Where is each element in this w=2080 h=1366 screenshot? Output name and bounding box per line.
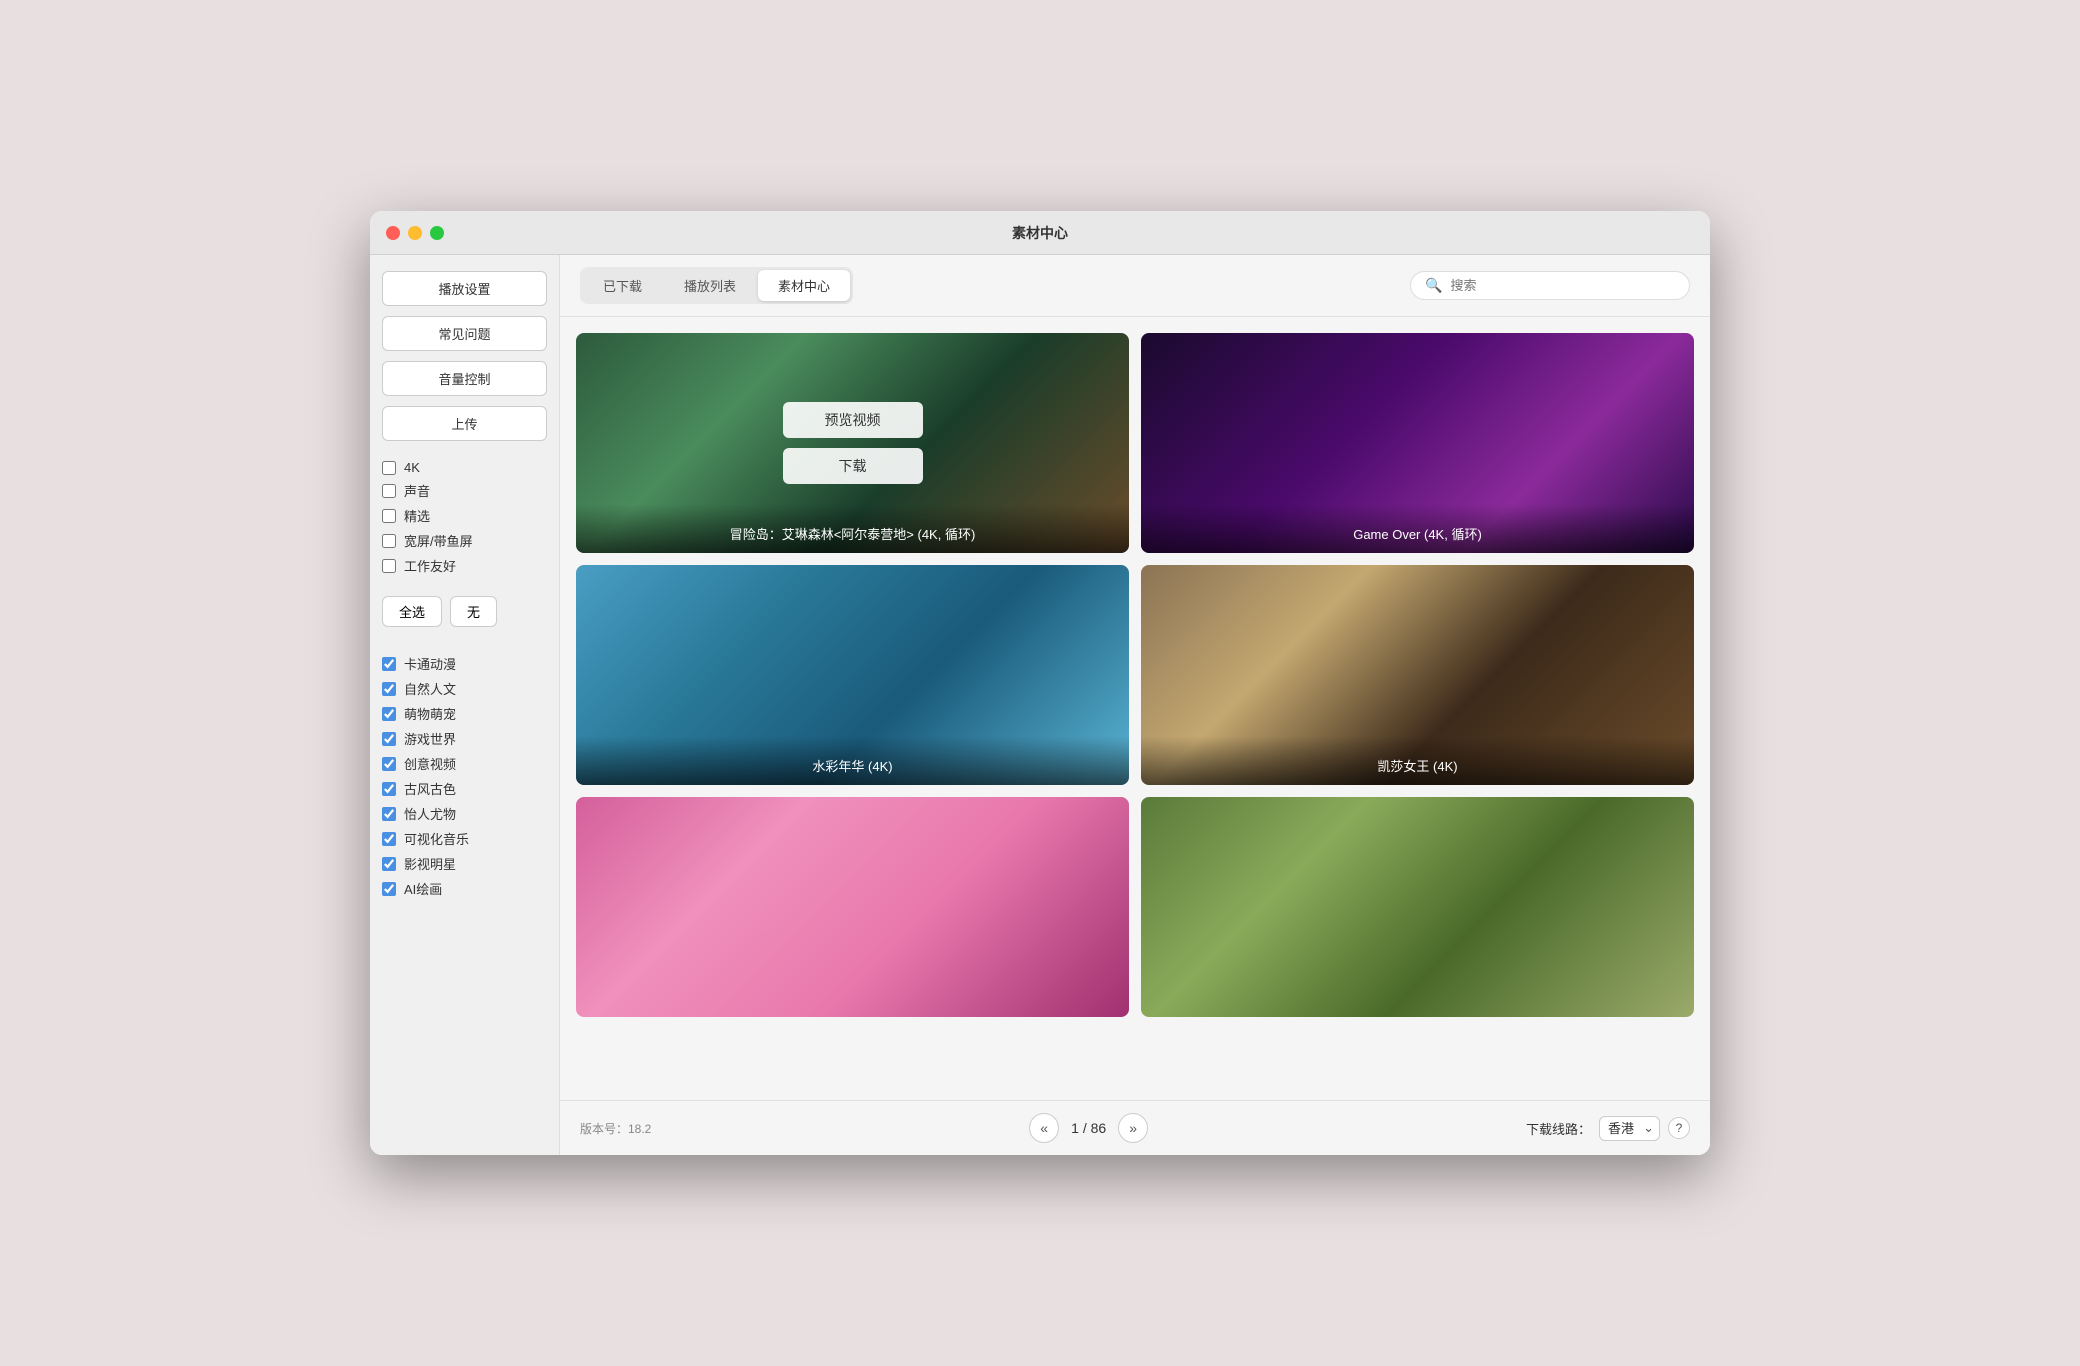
maximize-button[interactable] [430, 226, 444, 240]
item-watercolor-label: 水彩年华 (4K) [576, 736, 1129, 785]
select-all-button[interactable]: 全选 [382, 596, 442, 627]
tab-downloaded[interactable]: 已下载 [583, 270, 662, 301]
category-nature-label: 自然人文 [404, 679, 456, 698]
category-section: 卡通动漫 自然人文 萌物萌宠 游戏世界 创意视频 [382, 651, 547, 901]
category-creative-video: 创意视频 [382, 751, 547, 776]
sidebar: 播放设置 常见问题 音量控制 上传 4K 声音 精选 [370, 255, 560, 1155]
header: 已下载 播放列表 素材中心 🔍 [560, 255, 1710, 317]
filter-4k-label: 4K [404, 460, 420, 475]
category-nature: 自然人文 [382, 676, 547, 701]
category-ancient-style-checkbox[interactable] [382, 782, 396, 796]
grid-area: 预览视频 下载 冒险岛：艾琳森林<阿尔泰营地> (4K, 循环) Game Ov… [560, 317, 1710, 1100]
tabs-bar: 已下载 播放列表 素材中心 [580, 267, 853, 304]
prev-page-button[interactable]: « [1029, 1113, 1059, 1143]
category-cute-pets-checkbox[interactable] [382, 707, 396, 721]
filter-widescreen: 宽屏/带鱼屏 [382, 528, 547, 553]
category-cartoon-label: 卡通动漫 [404, 654, 456, 673]
category-ai-art-label: AI绘画 [404, 879, 442, 898]
content-area: 播放设置 常见问题 音量控制 上传 4K 声音 精选 [370, 255, 1710, 1155]
main-content: 已下载 播放列表 素材中心 🔍 预览视频 下载 [560, 255, 1710, 1155]
download-button-1[interactable]: 下载 [783, 448, 923, 484]
titlebar: 素材中心 [370, 211, 1710, 255]
filter-sound-label: 声音 [404, 481, 430, 500]
tab-playlist[interactable]: 播放列表 [664, 270, 756, 301]
category-film-stars: 影视明星 [382, 851, 547, 876]
faq-button[interactable]: 常见问题 [382, 316, 547, 351]
grid-item-watercolor[interactable]: 水彩年华 (4K) [576, 565, 1129, 785]
category-visual-music-checkbox[interactable] [382, 832, 396, 846]
category-ancient-style: 古风古色 [382, 776, 547, 801]
window-title: 素材中心 [1012, 223, 1068, 243]
minimize-button[interactable] [408, 226, 422, 240]
pagination: « 1 / 86 » [1029, 1113, 1148, 1143]
filter-sound-checkbox[interactable] [382, 484, 396, 498]
footer: 版本号：18.2 « 1 / 86 » 下载线路： 香港 北京 上海 广州 [560, 1100, 1710, 1155]
search-box: 🔍 [1410, 271, 1690, 300]
category-charming-label: 怡人尤物 [404, 804, 456, 823]
tab-media-center[interactable]: 素材中心 [758, 270, 850, 301]
filter-section: 4K 声音 精选 宽屏/带鱼屏 工作友好 [382, 457, 547, 578]
filter-featured-label: 精选 [404, 506, 430, 525]
filter-buttons-row: 全选 无 [382, 596, 547, 627]
version-label: 版本号：18.2 [580, 1120, 651, 1137]
download-line: 下载线路： 香港 北京 上海 广州 ? [1526, 1116, 1690, 1141]
category-nature-checkbox[interactable] [382, 682, 396, 696]
filter-featured: 精选 [382, 503, 547, 528]
category-cute-pets-label: 萌物萌宠 [404, 704, 456, 723]
preview-video-button[interactable]: 预览视频 [783, 402, 923, 438]
category-creative-video-label: 创意视频 [404, 754, 456, 773]
page-info: 1 / 86 [1071, 1120, 1106, 1136]
none-button[interactable]: 无 [450, 596, 497, 627]
category-charming: 怡人尤物 [382, 801, 547, 826]
download-line-label: 下载线路： [1526, 1119, 1591, 1138]
category-charming-checkbox[interactable] [382, 807, 396, 821]
search-icon: 🔍 [1425, 277, 1442, 294]
filter-4k-checkbox[interactable] [382, 461, 396, 475]
volume-control-button[interactable]: 音量控制 [382, 361, 547, 396]
category-cartoon-checkbox[interactable] [382, 657, 396, 671]
item-squirrel-thumbnail [1141, 797, 1694, 1017]
item-queen-label: 凯莎女王 (4K) [1141, 736, 1694, 785]
category-visual-music-label: 可视化音乐 [404, 829, 469, 848]
playback-settings-button[interactable]: 播放设置 [382, 271, 547, 306]
help-button[interactable]: ? [1668, 1117, 1690, 1139]
filter-widescreen-checkbox[interactable] [382, 534, 396, 548]
grid-item-gameover[interactable]: Game Over (4K, 循环) [1141, 333, 1694, 553]
category-ai-art-checkbox[interactable] [382, 882, 396, 896]
filter-widescreen-label: 宽屏/带鱼屏 [404, 531, 473, 550]
download-region-select[interactable]: 香港 北京 上海 广州 [1599, 1116, 1660, 1141]
category-game-world: 游戏世界 [382, 726, 547, 751]
category-creative-video-checkbox[interactable] [382, 757, 396, 771]
filter-sound: 声音 [382, 478, 547, 503]
filter-work-friendly-label: 工作友好 [404, 556, 456, 575]
traffic-lights [386, 226, 444, 240]
category-visual-music: 可视化音乐 [382, 826, 547, 851]
download-select-wrapper: 香港 北京 上海 广州 [1599, 1116, 1660, 1141]
filter-featured-checkbox[interactable] [382, 509, 396, 523]
filter-work-friendly: 工作友好 [382, 553, 547, 578]
next-page-button[interactable]: » [1118, 1113, 1148, 1143]
category-ai-art: AI绘画 [382, 876, 547, 901]
category-ancient-style-label: 古风古色 [404, 779, 456, 798]
grid-item-queen[interactable]: 凯莎女王 (4K) [1141, 565, 1694, 785]
item-adventure-label: 冒险岛：艾琳森林<阿尔泰营地> (4K, 循环) [576, 504, 1129, 553]
filter-4k: 4K [382, 457, 547, 478]
grid-item-squirrel[interactable] [1141, 797, 1694, 1017]
search-input[interactable] [1450, 278, 1675, 293]
grid-item-anime[interactable] [576, 797, 1129, 1017]
item-gameover-label: Game Over (4K, 循环) [1141, 504, 1694, 553]
close-button[interactable] [386, 226, 400, 240]
grid-item-adventure[interactable]: 预览视频 下载 冒险岛：艾琳森林<阿尔泰营地> (4K, 循环) [576, 333, 1129, 553]
category-cartoon: 卡通动漫 [382, 651, 547, 676]
content-grid: 预览视频 下载 冒险岛：艾琳森林<阿尔泰营地> (4K, 循环) Game Ov… [576, 333, 1694, 1017]
category-game-world-checkbox[interactable] [382, 732, 396, 746]
filter-work-friendly-checkbox[interactable] [382, 559, 396, 573]
upload-button[interactable]: 上传 [382, 406, 547, 441]
category-film-stars-checkbox[interactable] [382, 857, 396, 871]
item-anime-thumbnail [576, 797, 1129, 1017]
main-window: 素材中心 播放设置 常见问题 音量控制 上传 4K 声音 精选 [370, 211, 1710, 1155]
category-film-stars-label: 影视明星 [404, 854, 456, 873]
category-cute-pets: 萌物萌宠 [382, 701, 547, 726]
category-game-world-label: 游戏世界 [404, 729, 456, 748]
